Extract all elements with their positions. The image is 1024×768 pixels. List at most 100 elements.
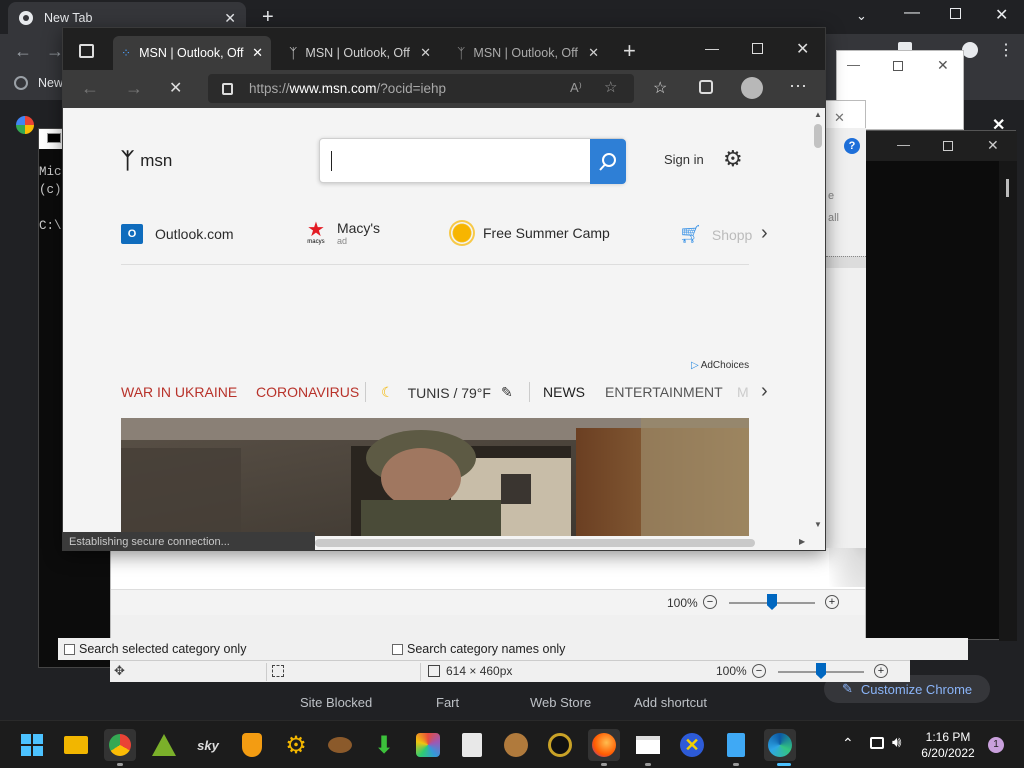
close-icon[interactable]: ✕ [420,45,431,61]
network-icon[interactable] [870,737,884,749]
address-bar[interactable]: https:// www.msn.com /?ocid=iehp A⁾ ☆ [208,74,634,103]
collections-icon[interactable] [699,80,713,94]
nav-war-in-ukraine[interactable]: WAR IN UKRAINE [121,384,237,400]
close-icon[interactable]: ✕ [252,45,263,61]
settings-more-icon[interactable]: ⋯ [789,76,807,97]
nav-coronavirus[interactable]: CORONAVIRUS [256,384,359,400]
clock[interactable]: 1:16 PM 6/20/2022 [912,729,984,761]
scroll-right-icon[interactable]: ▶ [799,537,805,546]
close-icon[interactable]: ✕ [987,137,999,154]
nav-entertainment[interactable]: ENTERTAINMENT [605,384,723,400]
back-arrow-icon[interactable]: ← [81,78,99,99]
hero-news-image[interactable] [121,418,749,536]
dark-window[interactable]: — ✕ [862,130,1017,641]
chevron-down-icon[interactable]: ⌄ [856,8,867,24]
taskbar-firefox[interactable] [588,729,620,761]
minimize-icon[interactable]: — [897,137,910,152]
scroll-down-icon[interactable]: ▼ [814,520,822,529]
profile-icon[interactable] [962,42,978,58]
taskbar-bean-app[interactable] [324,729,356,761]
chevron-up-icon[interactable]: ⌃ [842,735,854,752]
favorites-icon[interactable]: ☆ [653,78,667,98]
edge-tab-msn-2[interactable]: ᛉ MSN | Outlook, Off ✕ [281,36,439,70]
taskbar-file-explorer[interactable] [60,729,92,761]
checkbox[interactable] [392,643,403,655]
taskbar-chrome[interactable] [104,729,136,761]
chevron-right-icon[interactable]: › [761,222,768,245]
add-favorite-icon[interactable]: ☆ [604,78,617,96]
taskbar-sky[interactable]: sky [192,729,224,761]
taskbar-download-app[interactable]: ⬇ [368,729,400,761]
horizontal-scrollbar[interactable]: ▶ [315,536,811,550]
minimize-icon[interactable]: — [904,4,920,22]
msn-logo[interactable]: ᛉ msn [121,148,172,174]
zoom-in-icon[interactable]: + [825,595,839,609]
restore-icon[interactable] [950,8,961,19]
menu-dots-icon[interactable]: ⋮ [998,40,1014,60]
bookmark-label[interactable]: New [38,76,63,90]
quick-link-summer-camp[interactable]: Free Summer Camp [451,222,610,244]
read-aloud-icon[interactable]: A⁾ [570,80,582,96]
minimize-icon[interactable]: — [705,40,719,56]
check-selected-category[interactable]: Search selected category only [64,642,246,656]
restore-icon[interactable] [943,141,953,151]
zoom-out-icon[interactable]: − [752,664,766,678]
search-button[interactable] [590,139,626,184]
gear-icon[interactable]: ⚙ [723,146,743,172]
forward-arrow-icon[interactable]: → [125,78,143,99]
close-icon[interactable]: ✕ [588,45,599,61]
edge-window[interactable]: ⁘ MSN | Outlook, Off ✕ ᛉ MSN | Outlook, … [62,27,826,551]
edge-tab-msn-3[interactable]: ᛉ MSN | Outlook, Off ✕ [449,36,607,70]
edit-pencil-icon[interactable]: ✎ [501,384,513,401]
close-icon[interactable]: ✕ [937,57,949,74]
quick-link-macys[interactable]: ★ macys Macy's ad [307,220,380,247]
taskbar-edge[interactable] [764,729,796,761]
edge-tab-msn-1[interactable]: ⁘ MSN | Outlook, Off ✕ [113,36,271,70]
taskbar-colorful-app[interactable] [412,729,444,761]
taskbar-document-app[interactable] [456,729,488,761]
zoom-in-icon[interactable]: + [874,664,888,678]
taskbar-app-triangle[interactable] [148,729,180,761]
restore-icon[interactable] [893,61,903,71]
msn-search-input[interactable] [319,138,626,184]
check-category-names[interactable]: Search category names only [392,642,565,656]
taskbar-terminal[interactable] [632,729,664,761]
scroll-up-icon[interactable]: ▲ [814,110,822,119]
scroll-thumb[interactable] [315,539,755,547]
adchoices-link[interactable]: ▷ AdChoices [691,360,749,371]
nav-weather[interactable]: ☾ TUNIS / 79°F ✎ [381,384,513,401]
volume-icon[interactable]: 🔊︎ [892,734,901,751]
new-tab-icon[interactable]: + [623,38,636,64]
checkbox[interactable] [64,643,75,655]
shortcut-web-store[interactable]: Web Store [530,695,591,710]
new-tab-icon[interactable]: + [262,6,274,29]
notification-badge[interactable]: 1 [988,737,1004,753]
stop-loading-icon[interactable]: ✕ [169,78,182,98]
taskbar-circle-app[interactable] [544,729,576,761]
shortcut-fart[interactable]: Fart [436,695,459,710]
taskbar-notepad[interactable] [720,729,752,761]
zoom-slider-thumb[interactable] [816,663,826,679]
help-icon[interactable]: ? [844,138,860,154]
shortcut-site-blocked[interactable]: Site Blocked [300,695,372,710]
close-window-icon[interactable]: ✕ [995,5,1008,25]
back-arrow-icon[interactable]: ← [14,41,32,62]
close-icon[interactable]: ✕ [834,110,845,126]
maximize-icon[interactable] [752,43,763,54]
scrollbar[interactable] [999,161,1017,641]
chevron-right-icon[interactable]: › [761,380,768,403]
taskbar-monkey-app[interactable] [500,729,532,761]
scroll-thumb[interactable] [814,124,822,148]
taskbar-x-app[interactable]: ✕ [676,729,708,761]
minimize-icon[interactable]: — [847,57,860,72]
nav-news[interactable]: NEWS [543,384,585,400]
profile-avatar[interactable] [741,77,763,99]
quick-link-outlook[interactable]: O Outlook.com [121,224,234,244]
zoom-slider-thumb[interactable] [767,594,777,610]
taskbar-shield[interactable] [236,729,268,761]
start-button[interactable] [16,729,48,761]
quick-link-shopping[interactable]: 🛒︎ Shopp [679,224,752,245]
vertical-scrollbar[interactable]: ▲ ▼ [811,108,825,536]
close-icon[interactable]: ✕ [224,10,236,27]
zoom-out-icon[interactable]: − [703,595,717,609]
